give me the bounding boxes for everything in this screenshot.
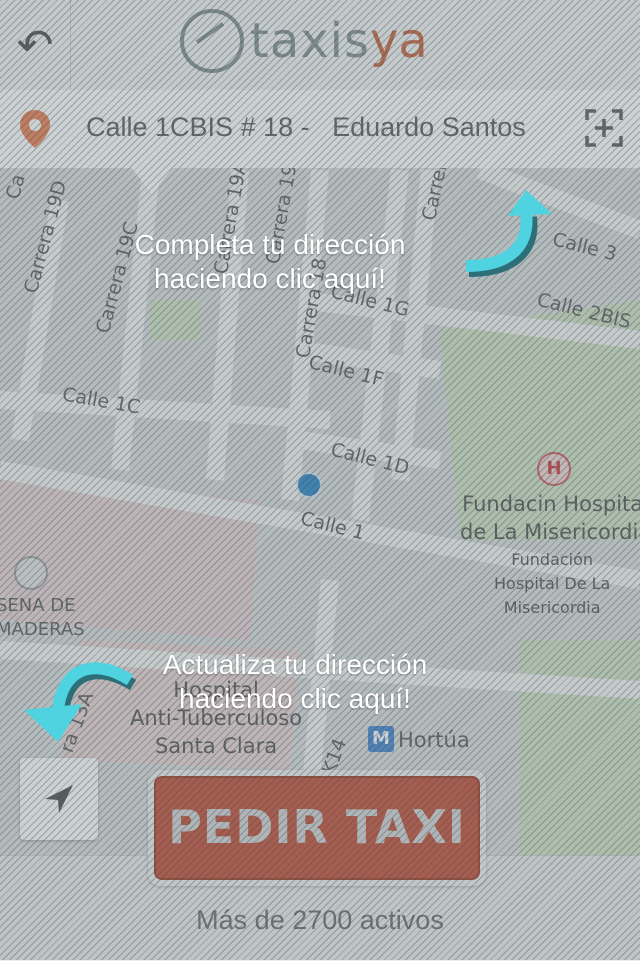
curved-arrow-down-icon <box>24 662 137 742</box>
school-marker-icon <box>14 556 48 590</box>
poi-hospital-label: Fundacin Hospital de La Misericordia <box>460 492 640 544</box>
address-bar[interactable]: Calle 1CBIS # 18 - Eduardo Santos <box>0 90 640 168</box>
pedir-taxi-button[interactable]: PEDIR TAXI <box>154 776 480 880</box>
poi-hospital-sublabel: Fundación Hospital De La Misericordia <box>494 550 611 617</box>
active-taxis-count: Más de 2700 activos <box>196 905 444 935</box>
current-location-dot <box>296 472 322 498</box>
back-button[interactable]: ↶ <box>0 0 71 90</box>
location-pin-icon <box>20 110 50 148</box>
update-location-button[interactable] <box>20 758 98 840</box>
logo-mark-icon <box>180 9 244 73</box>
curved-arrow-up-icon <box>465 190 552 277</box>
tip-complete-address: Completa tu dirección haciendo clic aquí… <box>134 229 406 294</box>
hospital-marker-icon: H <box>537 452 571 486</box>
app-header: ↶ taxis ya <box>0 0 640 91</box>
address-bar-pointer <box>130 166 174 194</box>
expand-address-icon[interactable] <box>584 108 624 148</box>
logo-text-accent: ya <box>369 13 428 69</box>
logo-text-main: taxis <box>250 13 370 69</box>
navigation-arrow-icon <box>45 785 73 813</box>
poi-sena-label: SENA DE MADERAS <box>0 595 85 640</box>
tip-update-address: Actualiza tu dirección haciendo clic aqu… <box>162 649 428 714</box>
taxisya-logo: taxis ya <box>180 6 428 76</box>
back-arrow-icon: ↶ <box>16 19 54 71</box>
poi-metro-label: Hortúa <box>398 728 470 752</box>
metro-icon: M <box>368 726 394 752</box>
address-text[interactable]: Calle 1CBIS # 18 - Eduardo Santos <box>86 112 526 143</box>
